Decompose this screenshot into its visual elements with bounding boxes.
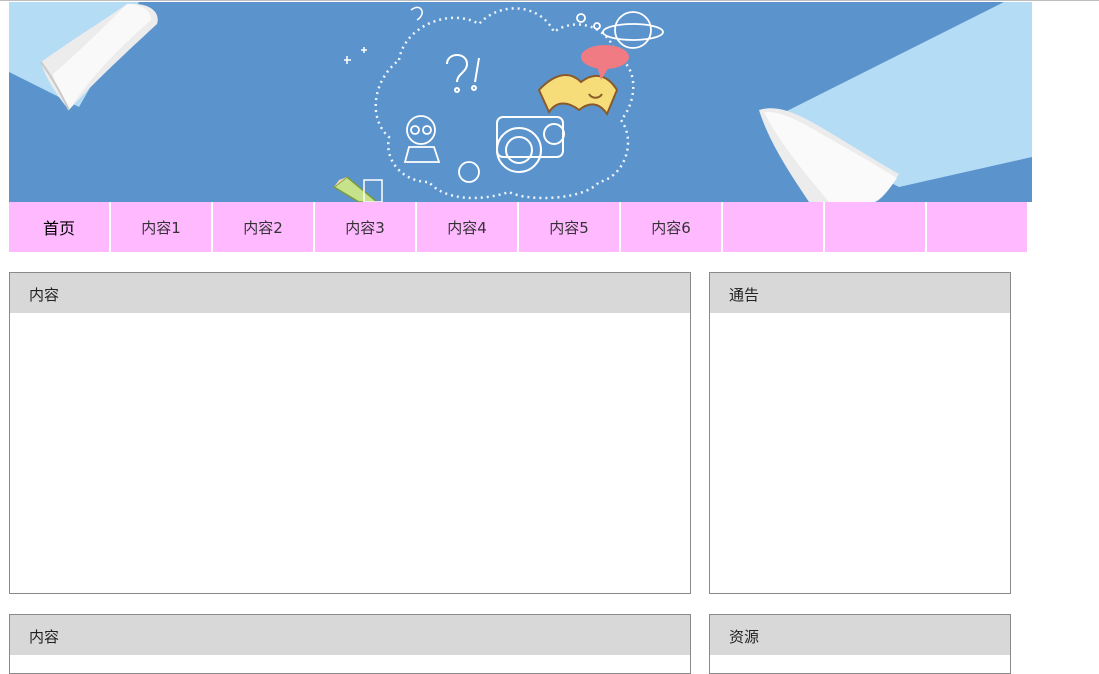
nav-item-content6[interactable]: 内容6 <box>621 202 721 252</box>
content-panel-main: 内容 <box>9 272 691 594</box>
nav-item-empty-1[interactable] <box>723 202 823 252</box>
content-panel-title: 内容 <box>10 273 690 313</box>
nav-item-content5[interactable]: 内容5 <box>519 202 619 252</box>
banner-illustration <box>9 2 1032 202</box>
top-border-line <box>0 0 1099 1</box>
notice-panel-title: 通告 <box>710 273 1010 313</box>
nav-item-content3[interactable]: 内容3 <box>315 202 415 252</box>
notice-panel: 通告 <box>709 272 1011 594</box>
header-banner <box>9 2 1032 202</box>
content-panel-second: 内容 <box>9 614 691 674</box>
nav-item-home[interactable]: 首页 <box>9 202 109 252</box>
nav-item-content4[interactable]: 内容4 <box>417 202 517 252</box>
book-icon <box>537 74 619 117</box>
main-nav: 首页 内容1 内容2 内容3 内容4 内容5 内容6 <box>9 202 1027 252</box>
resources-panel: 资源 <box>709 614 1011 674</box>
nav-item-content1[interactable]: 内容1 <box>111 202 211 252</box>
content-panel-second-title: 内容 <box>10 615 690 655</box>
nav-item-content2[interactable]: 内容2 <box>213 202 313 252</box>
resources-panel-title: 资源 <box>710 615 1010 655</box>
nav-item-empty-3[interactable] <box>927 202 1027 252</box>
nav-item-empty-2[interactable] <box>825 202 925 252</box>
